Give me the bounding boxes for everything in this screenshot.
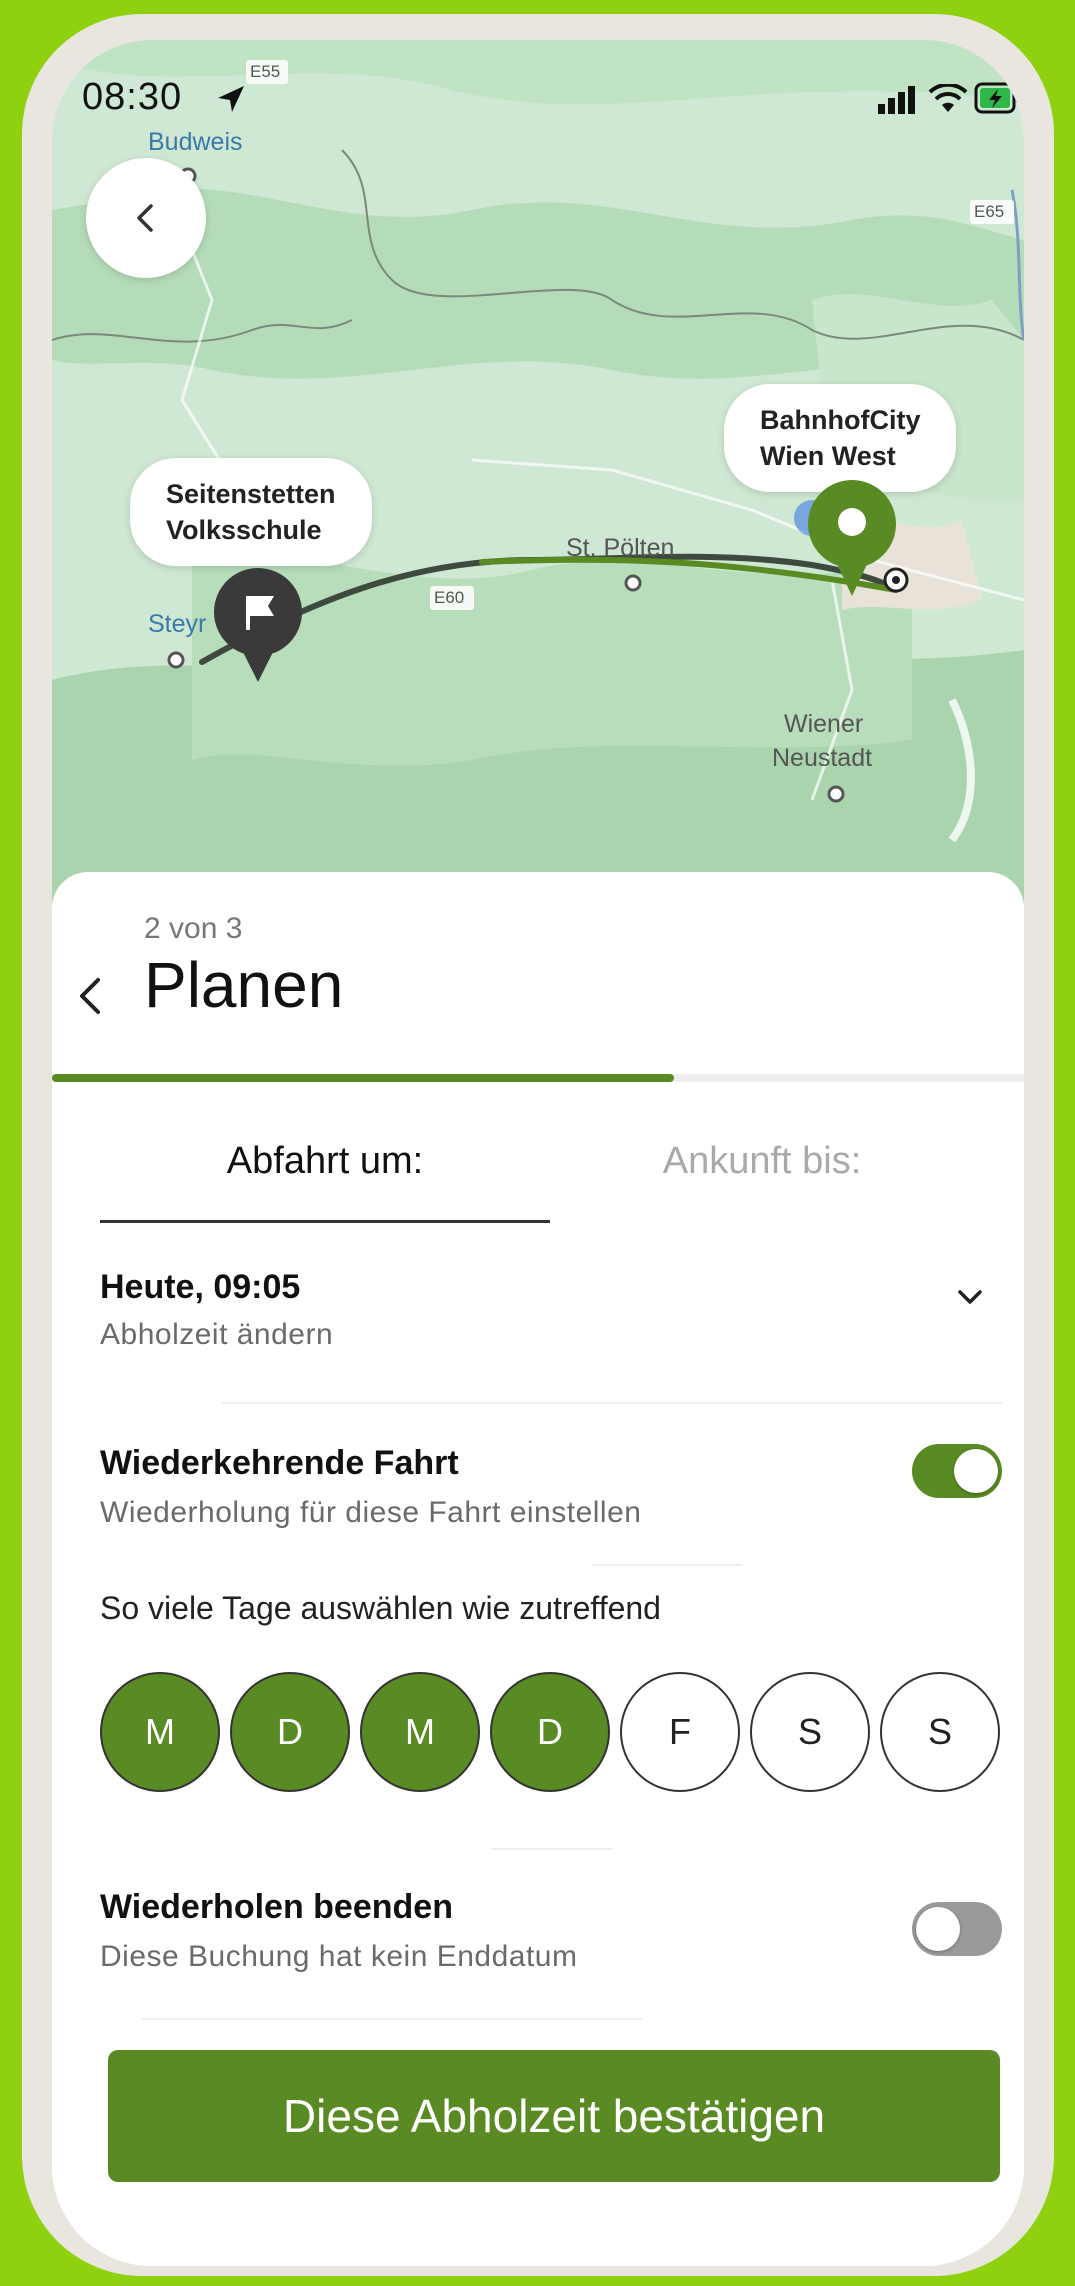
progress-bar-fill (52, 1074, 675, 1082)
day-button-sunday[interactable]: S (880, 1672, 1000, 1792)
page-title: Planen (144, 949, 344, 1021)
step-indicator: 2 von 3 (144, 912, 243, 945)
destination-bubble: BahnhofCity Wien West (724, 384, 957, 492)
pickup-time-value: Heute, 09:05 (100, 1268, 301, 1306)
phone-frame: E55 E65 E60 Budweis Steyr St. Pölten Wie… (22, 14, 1054, 2276)
progress-bar (52, 1074, 1024, 1082)
origin-bubble: Seitenstetten Volksschule (130, 458, 372, 566)
divider (592, 1564, 742, 1566)
destination-name-line2: Wien West (760, 441, 896, 471)
end-repeat-toggle[interactable] (912, 1902, 1002, 1956)
day-button-wednesday[interactable]: M (360, 1672, 480, 1792)
app-screen: E55 E65 E60 Budweis Steyr St. Pölten Wie… (52, 40, 1024, 2266)
cellular-signal-icon (878, 86, 915, 114)
recurring-ride-toggle[interactable] (912, 1444, 1002, 1498)
weekday-selector: M D M D F S S (100, 1672, 1000, 1796)
divider (492, 1848, 612, 1850)
confirm-pickup-time-button[interactable]: Diese Abholzeit bestätigen (108, 2050, 1000, 2182)
city-label-st-poelten: St. Pölten (566, 534, 675, 562)
divider (142, 2018, 642, 2020)
status-time: 08:30 (82, 76, 183, 118)
city-label-steyr: Steyr (148, 610, 207, 638)
sheet-back-chevron-icon[interactable] (70, 966, 110, 1026)
destination-pin-icon[interactable] (804, 478, 904, 598)
status-bar: 08:30 (52, 40, 1024, 130)
origin-name-line1: Seitenstetten (166, 479, 336, 509)
chevron-left-icon (137, 204, 153, 232)
route-map[interactable]: E55 E65 E60 Budweis Steyr St. Pölten Wie… (52, 40, 1024, 920)
change-pickup-time-label: Abholzeit ändern (100, 1318, 334, 1351)
city-label-wiener-neustadt: Wiener (784, 710, 864, 738)
tab-arrival[interactable]: Ankunft bis: (552, 1140, 972, 1183)
city-label-wiener-neustadt-2: Neustadt (772, 744, 873, 772)
highway-label-e65: E65 (974, 202, 1005, 221)
toggle-knob (916, 1907, 960, 1951)
wifi-icon (928, 84, 968, 112)
origin-name-line2: Volksschule (166, 515, 322, 545)
highway-label-e60: E60 (434, 588, 465, 607)
planning-sheet: 2 von 3 Planen Abfahrt um: Ankunft bis: … (52, 872, 1024, 2266)
recurring-ride-title: Wiederkehrende Fahrt (100, 1444, 459, 1482)
day-button-friday[interactable]: F (620, 1672, 740, 1792)
end-repeat-title: Wiederholen beenden (100, 1888, 453, 1926)
end-repeat-subtitle: Diese Buchung hat kein Enddatum (100, 1940, 578, 1973)
origin-flag-pin-icon[interactable] (212, 566, 312, 686)
day-button-thursday[interactable]: D (490, 1672, 610, 1792)
destination-name-line1: BahnhofCity (760, 405, 921, 435)
day-button-tuesday[interactable]: D (230, 1672, 350, 1792)
recurring-ride-subtitle: Wiederholung für diese Fahrt einstellen (100, 1496, 642, 1529)
battery-charging-icon (974, 82, 1020, 114)
day-button-saturday[interactable]: S (750, 1672, 870, 1792)
city-label-budweis: Budweis (148, 128, 243, 156)
toggle-knob (954, 1449, 998, 1493)
tab-departure[interactable]: Abfahrt um: (100, 1140, 550, 1183)
location-arrow-icon (218, 86, 244, 112)
active-tab-underline (100, 1220, 550, 1223)
divider (222, 1402, 1002, 1404)
day-button-monday[interactable]: M (100, 1672, 220, 1792)
map-back-button[interactable] (86, 158, 206, 278)
days-instruction: So viele Tage auswählen wie zutreffend (100, 1590, 661, 1626)
chevron-down-icon (958, 1290, 982, 1304)
